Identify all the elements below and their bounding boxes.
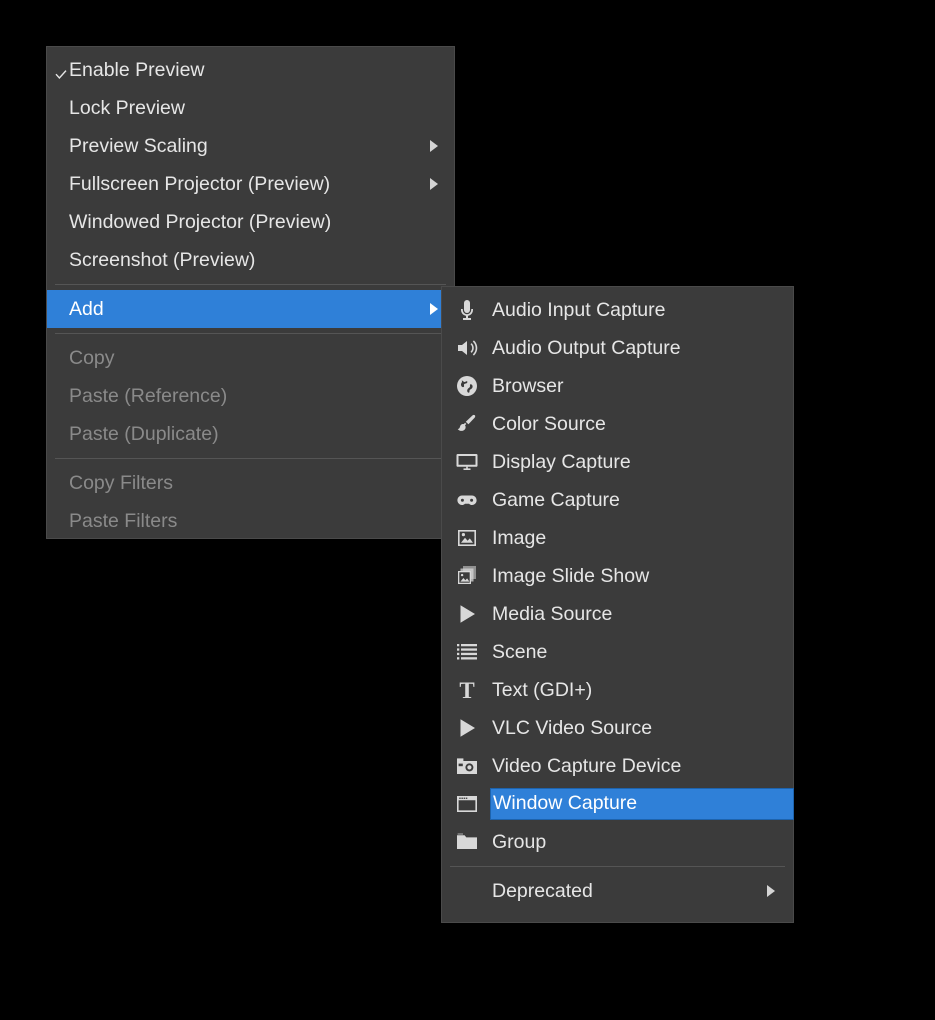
menu-item-label: Fullscreen Projector (Preview) [69,172,331,195]
source-item-color-source[interactable]: Color Source [442,405,793,443]
source-item-video-capture-device[interactable]: Video Capture Device [442,747,793,785]
source-item-audio-output-capture[interactable]: Audio Output Capture [442,329,793,367]
chevron-right-icon [430,178,438,190]
source-item-label: Scene [492,640,548,663]
source-item-window-capture[interactable]: Window Capture [442,785,794,823]
menu-item-label: Paste Filters [69,509,178,532]
menu-item-label: Screenshot (Preview) [69,248,256,271]
menu-item-lock-preview[interactable]: Lock Preview [47,89,454,127]
source-item-text-gdi[interactable]: T Text (GDI+) [442,671,793,709]
source-item-group[interactable]: Group [442,823,793,861]
menu-item-screenshot-preview[interactable]: Screenshot (Preview) [47,241,454,279]
source-item-scene[interactable]: Scene [442,633,793,671]
menu-item-label: Preview Scaling [69,134,208,157]
text-t-icon: T [450,677,484,703]
menu-separator [55,284,446,285]
play-icon [450,601,484,627]
source-item-media-source[interactable]: Media Source [442,595,793,633]
paintbrush-icon [450,411,484,437]
source-item-deprecated[interactable]: Deprecated [442,872,793,910]
menu-item-label: Windowed Projector (Preview) [69,210,332,233]
menu-item-preview-scaling[interactable]: Preview Scaling [47,127,454,165]
chevron-right-icon [767,885,775,897]
source-item-label: Display Capture [492,450,631,473]
menu-item-add[interactable]: Add [47,290,454,328]
source-item-label: Audio Output Capture [492,336,681,359]
source-item-label: Media Source [492,602,613,625]
source-item-image-slide-show[interactable]: Image Slide Show [442,557,793,595]
play-icon [450,715,484,741]
svg-text:T: T [459,678,474,702]
source-item-label: Browser [492,374,564,397]
source-item-label: VLC Video Source [492,716,653,739]
source-item-label: Deprecated [492,879,593,902]
image-stack-icon [450,563,484,589]
source-item-label: Text (GDI+) [492,678,593,701]
menu-item-copy-filters: Copy Filters [47,464,454,502]
menu-item-paste-duplicate: Paste (Duplicate) [47,415,454,453]
source-item-label: Image [492,526,547,549]
source-item-label: Color Source [492,412,606,435]
menu-item-enable-preview[interactable]: Enable Preview [47,51,454,89]
menu-item-label: Enable Preview [69,58,205,81]
menu-item-paste-filters: Paste Filters [47,502,454,540]
chevron-right-icon [430,303,438,315]
source-item-label: Group [492,830,547,853]
menu-item-copy: Copy [47,339,454,377]
source-item-game-capture[interactable]: Game Capture [442,481,793,519]
source-item-vlc-video-source[interactable]: VLC Video Source [442,709,793,747]
menu-separator [450,866,785,867]
menu-item-label: Add [69,297,104,320]
menu-separator [55,458,446,459]
gamepad-icon [450,487,484,513]
menu-item-label: Paste (Duplicate) [69,422,219,445]
menu-item-label: Copy [69,346,115,369]
menu-item-paste-reference: Paste (Reference) [47,377,454,415]
image-icon [450,525,484,551]
monitor-icon [450,449,484,475]
source-item-display-capture[interactable]: Display Capture [442,443,793,481]
menu-item-fullscreen-projector-preview[interactable]: Fullscreen Projector (Preview) [47,165,454,203]
preview-context-menu: Enable Preview Lock Preview Preview Scalin… [46,46,455,539]
camera-icon [450,753,484,779]
source-item-browser[interactable]: Browser [442,367,793,405]
list-icon [450,639,484,665]
menu-separator [55,333,446,334]
source-item-image[interactable]: Image [442,519,793,557]
source-item-label: Video Capture Device [492,754,682,777]
menu-item-windowed-projector-preview[interactable]: Windowed Projector (Preview) [47,203,454,241]
source-item-label: Game Capture [492,488,620,511]
source-item-audio-input-capture[interactable]: Audio Input Capture [442,291,793,329]
check-icon [55,64,67,80]
speaker-icon [450,335,484,361]
chevron-right-icon [430,140,438,152]
menu-item-label: Paste (Reference) [69,384,228,407]
folder-icon [450,829,484,855]
source-item-label: Window Capture [490,788,794,820]
window-icon [450,791,484,817]
source-item-label: Image Slide Show [492,564,650,587]
add-source-submenu: Audio Input Capture Audio Output Capture B… [441,286,794,923]
menu-item-label: Copy Filters [69,471,174,494]
source-item-label: Audio Input Capture [492,298,666,321]
menu-item-label: Lock Preview [69,96,185,119]
globe-icon [450,373,484,399]
microphone-icon [450,297,484,323]
